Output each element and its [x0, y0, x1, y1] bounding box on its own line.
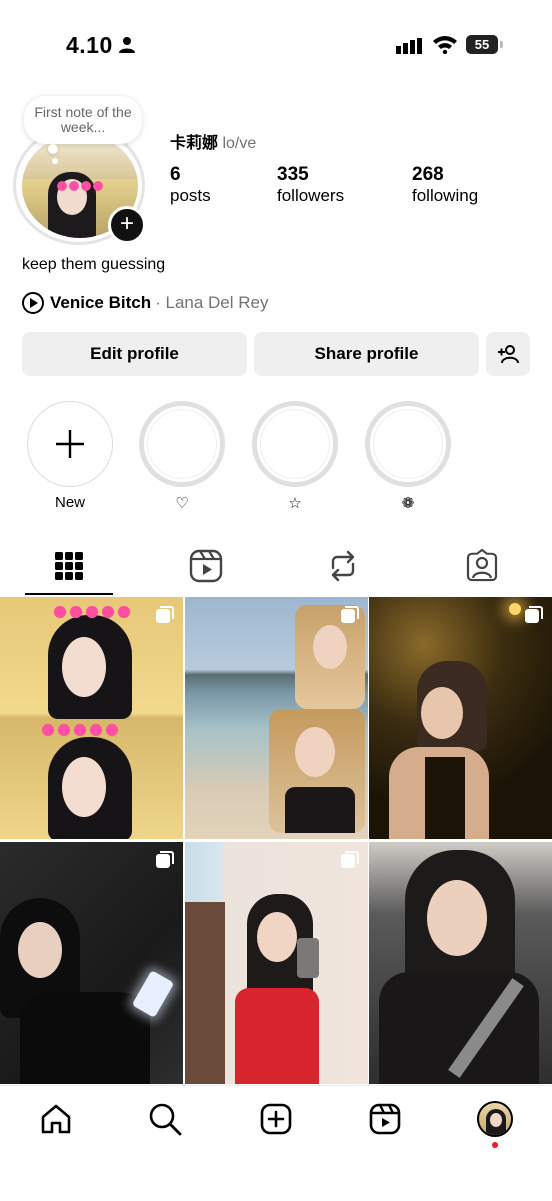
person-icon: [119, 37, 135, 53]
profile-name-line: 卡莉娜 lo/ve: [170, 129, 256, 153]
stat-label: followers: [277, 186, 345, 205]
post-thumbnail[interactable]: [185, 842, 368, 1084]
highlight-label: New: [54, 494, 85, 511]
reels-icon[interactable]: [188, 548, 224, 584]
song-artist: · Lana Del Rey: [155, 293, 269, 312]
repost-icon[interactable]: [325, 548, 361, 584]
profile-avatar[interactable]: [477, 1101, 513, 1137]
post-thumbnail[interactable]: [0, 842, 183, 1084]
note-tail: [48, 144, 58, 154]
highlight-label: ♡: [175, 495, 189, 512]
add-person-icon: [498, 345, 519, 364]
wifi-icon: [433, 36, 457, 54]
post-thumbnail[interactable]: [369, 842, 552, 1084]
home-icon[interactable]: [39, 1102, 73, 1136]
discover-people-button[interactable]: [486, 332, 530, 376]
search-icon[interactable]: [148, 1102, 182, 1136]
carousel-icon: [341, 606, 359, 623]
post-thumbnail[interactable]: [185, 597, 368, 839]
highlight-new[interactable]: [27, 401, 113, 487]
note-tail-small: [52, 158, 58, 164]
carousel-icon: [156, 851, 174, 868]
note-bubble[interactable]: First note of the week...: [24, 96, 142, 144]
post-thumbnail[interactable]: [369, 597, 552, 839]
add-story-icon[interactable]: +: [108, 206, 146, 244]
signal-icon: [396, 38, 422, 54]
tagged-icon[interactable]: [464, 548, 500, 584]
notification-dot: [492, 1142, 498, 1148]
stat-value: 335: [277, 164, 309, 185]
battery-icon: 55: [466, 35, 504, 54]
carousel-icon: [341, 851, 359, 868]
pronouns: lo/ve: [222, 135, 257, 152]
stat-label: posts: [170, 186, 211, 205]
bio: keep them guessing: [22, 256, 166, 273]
stat-value: 268: [412, 164, 444, 185]
profile-name: 卡莉娜: [170, 135, 219, 152]
edit-profile-button[interactable]: Edit profile: [22, 332, 247, 376]
highlight-label: ☆: [288, 495, 302, 512]
stat-label: following: [412, 186, 479, 205]
play-icon[interactable]: [22, 292, 44, 314]
highlight-item[interactable]: [252, 401, 338, 487]
highlight-item[interactable]: [139, 401, 225, 487]
plus-icon: [56, 430, 84, 458]
create-icon[interactable]: [259, 1102, 293, 1136]
share-profile-button[interactable]: Share profile: [254, 332, 479, 376]
highlight-item[interactable]: [365, 401, 451, 487]
carousel-icon: [525, 606, 543, 623]
grid-icon[interactable]: [51, 548, 87, 584]
stat-followers[interactable]: 335 followers: [277, 164, 344, 206]
post-thumbnail[interactable]: [0, 597, 183, 839]
stat-value: 6: [170, 164, 181, 185]
stat-posts[interactable]: 6 posts: [170, 164, 211, 206]
stat-following[interactable]: 268 following: [412, 164, 478, 206]
status-time: 4.10: [66, 32, 113, 58]
battery-level: 55: [466, 35, 498, 54]
song-title: Venice Bitch: [50, 293, 152, 312]
reels-icon[interactable]: [368, 1102, 402, 1136]
tab-active-indicator: [25, 593, 113, 595]
carousel-icon: [156, 606, 174, 623]
highlight-label: ❁: [401, 495, 415, 512]
profile-music[interactable]: Venice Bitch · Lana Del Rey: [22, 292, 269, 314]
